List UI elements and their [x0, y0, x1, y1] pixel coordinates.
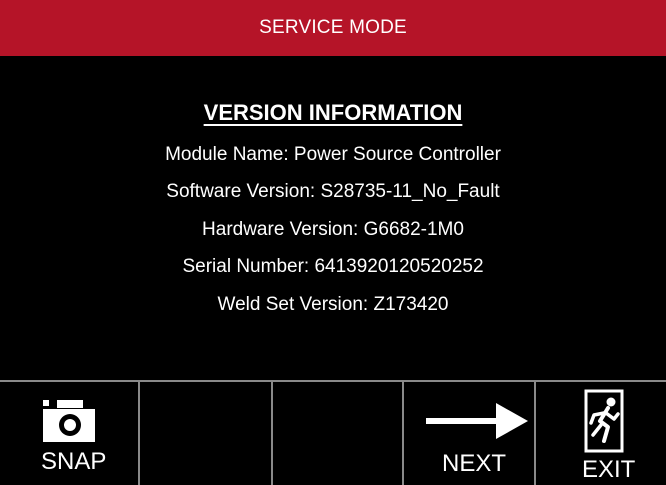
software-version-line: Software Version: S28735-11_No_Fault — [166, 181, 500, 202]
snap-label: SNAP — [41, 448, 107, 475]
next-label: NEXT — [442, 450, 507, 477]
camera-icon — [43, 400, 95, 442]
page-title: SERVICE MODE — [259, 17, 407, 38]
serial-number-line: Serial Number: 6413920120520252 — [182, 256, 484, 277]
exit-label: EXIT — [582, 456, 636, 483]
empty-button-3[interactable] — [273, 382, 404, 485]
exit-button[interactable]: EXIT — [536, 382, 666, 485]
module-name-line: Module Name: Power Source Controller — [165, 144, 501, 165]
arrow-right-icon — [426, 403, 528, 439]
snap-button[interactable]: SNAP — [0, 382, 140, 485]
header-bar: SERVICE MODE — [0, 0, 666, 56]
hardware-version-line: Hardware Version: G6682-1M0 — [202, 219, 464, 240]
version-info-panel: VERSION INFORMATION Module Name: Power S… — [0, 56, 666, 380]
exit-door-icon — [584, 389, 624, 453]
bottom-toolbar: SNAP NEXT EXIT — [0, 380, 666, 485]
empty-button-2[interactable] — [140, 382, 273, 485]
weld-set-version-line: Weld Set Version: Z173420 — [217, 294, 449, 315]
section-heading: VERSION INFORMATION — [203, 100, 463, 125]
next-button[interactable]: NEXT — [404, 382, 536, 485]
